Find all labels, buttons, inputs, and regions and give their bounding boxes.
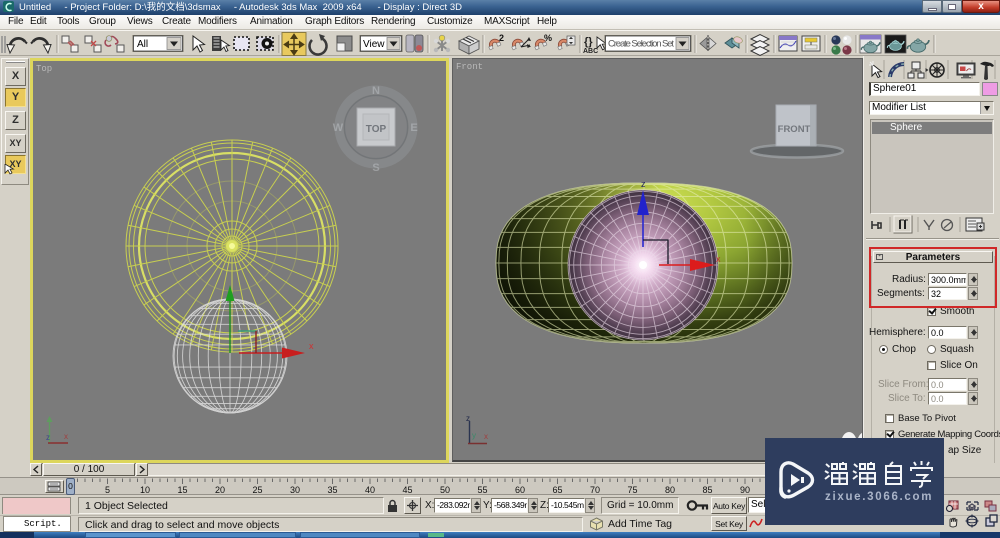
svg-text:TOP: TOP [366,124,387,135]
svg-text:%: % [544,33,552,43]
svg-text:View: View [363,39,385,50]
svg-text:y: y [472,431,476,440]
svg-text:70: 70 [590,485,600,495]
svg-text:75: 75 [627,485,637,495]
svg-text:N: N [372,85,380,97]
svg-text:10: 10 [140,485,150,495]
svg-text:35: 35 [327,485,337,495]
svg-text:55: 55 [477,485,487,495]
svg-text:z: z [46,433,50,442]
svg-text:80: 80 [665,485,675,495]
svg-text:x: x [716,254,721,264]
svg-text:Create Selection Set: Create Selection Set [608,39,674,50]
svg-text:85: 85 [702,485,712,495]
svg-text:All: All [137,39,148,50]
svg-text:2: 2 [499,33,504,43]
svg-text:25: 25 [252,485,262,495]
svg-text:20: 20 [215,485,225,495]
svg-text:z: z [641,179,646,189]
svg-text:50: 50 [440,485,450,495]
svg-text:90: 90 [740,485,750,495]
svg-text:Top: Top [36,64,52,74]
svg-text:W: W [333,122,344,134]
svg-text:E: E [410,122,417,134]
svg-text:45: 45 [402,485,412,495]
svg-text:x: x [309,341,314,351]
svg-text:x: x [64,432,68,441]
svg-text:FRONT: FRONT [778,124,811,135]
svg-text:zixue.3066.com: zixue.3066.com [825,491,933,503]
svg-text:40: 40 [365,485,375,495]
svg-text:65: 65 [552,485,562,495]
svg-text:15: 15 [177,485,187,495]
svg-text:z: z [466,414,470,423]
svg-text:Front: Front [456,62,483,72]
svg-text:60: 60 [515,485,525,495]
svg-text:S: S [372,162,379,174]
svg-text:30: 30 [290,485,300,495]
svg-text:ABC: ABC [583,48,598,55]
svg-text:5: 5 [105,485,110,495]
svg-text:{}: {} [584,36,593,48]
svg-text:x: x [484,432,488,441]
